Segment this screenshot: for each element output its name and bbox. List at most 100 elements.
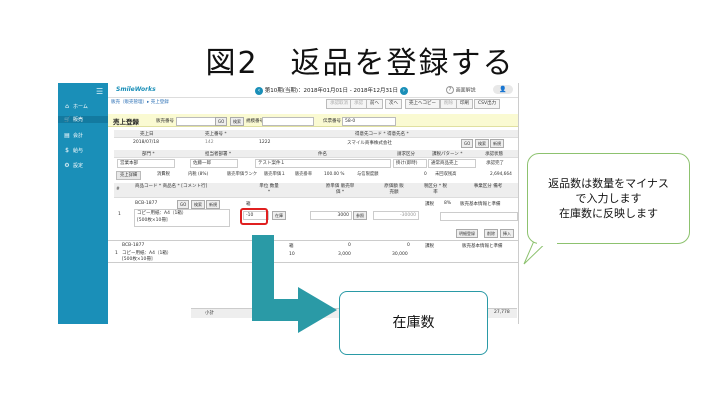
csv-export-button[interactable]: CSV出力	[474, 99, 501, 109]
consumption-tax-label: 消費税	[157, 172, 170, 177]
tax-pattern-select[interactable]: 通常商品売上	[428, 159, 476, 168]
col-billing-type: 請求区分	[397, 152, 415, 157]
customer-new-button[interactable]: 新規	[490, 139, 504, 148]
help-label: 画面解説	[455, 87, 476, 94]
sidebar-item-payroll[interactable]: $ 給与	[64, 147, 83, 154]
product-search-button[interactable]: 検索	[191, 200, 205, 209]
insert-detail-button[interactable]: 挿入	[500, 229, 514, 238]
quantity-highlight	[240, 208, 268, 225]
sidebar-item-label: 会計	[73, 133, 84, 139]
product-spec: [500枚×10冊]	[137, 218, 168, 223]
sales-number-label: 販売番号	[156, 119, 174, 124]
sidebar-item-label: 設定	[73, 163, 84, 169]
sidebar-item-settings[interactable]: ⚙ 設定	[64, 162, 83, 169]
header-row-1	[114, 130, 518, 138]
unit-price-input[interactable]: 3000	[310, 211, 352, 220]
col-subject: 件名	[318, 152, 327, 157]
user-menu[interactable]: 👤	[493, 85, 513, 94]
remarks-input[interactable]	[440, 212, 518, 221]
app-logo[interactable]: SmileWorks	[116, 86, 156, 93]
summary-amount-cost: 0	[407, 243, 410, 248]
search-button[interactable]: 検索	[230, 117, 244, 126]
col-sales-number: 売上番号 *	[205, 132, 227, 137]
delete-detail-button[interactable]: 削除	[484, 229, 498, 238]
copy-to-sales-button[interactable]: 売上へコピー	[405, 99, 440, 109]
next-period-button[interactable]: ›	[399, 86, 408, 95]
breadcrumb[interactable]: 販売（販売管理）▸ 売上登録	[111, 99, 169, 105]
approve-button[interactable]: 承認	[350, 99, 367, 109]
sidebar-item-home[interactable]: ⌂ ホーム	[64, 103, 88, 110]
sidebar-item-accounting[interactable]: ▤ 会計	[64, 132, 83, 139]
credit-limit-label: 与信限度額	[357, 172, 379, 177]
product-name-box[interactable]: コピー用紙：A4（1箱） [500枚×10冊]	[134, 209, 230, 227]
tax-type-value[interactable]: 課税	[425, 201, 434, 207]
business-type-value[interactable]: 販売基本情報と準備	[460, 201, 501, 207]
gear-icon: ⚙	[64, 162, 70, 169]
money-icon: $	[65, 147, 69, 154]
col-index: #	[116, 187, 120, 192]
product-code[interactable]: BCB-1877	[135, 201, 157, 206]
sales-detail-tab[interactable]: 売上詳細	[116, 171, 142, 180]
summary-row-index: 1	[115, 251, 118, 256]
department-select[interactable]: 営業本部	[117, 159, 175, 168]
product-go-button[interactable]: GO	[177, 200, 190, 209]
rate-value[interactable]: 100.00 %	[322, 171, 346, 178]
document-icon: ▤	[64, 132, 70, 139]
total-value: 27,778	[494, 310, 510, 315]
subtotal-label: 小計	[205, 311, 214, 316]
sales-date-value[interactable]: 2018/07/18	[133, 140, 159, 145]
voucher-number-input[interactable]: 58-0	[342, 117, 396, 126]
staff-select[interactable]: 佐藤一郎	[190, 159, 238, 168]
voucher-number-label: 伝票番号	[323, 119, 341, 124]
scale-number-input[interactable]	[262, 117, 314, 126]
tax-rate-value[interactable]: 8%	[444, 201, 451, 206]
customer-code-value[interactable]: 1222	[259, 140, 270, 145]
product-new-button[interactable]: 新規	[206, 200, 220, 209]
rate-label: 販売掛率	[295, 172, 313, 177]
customer-name-value[interactable]: スマイル商事株式会社	[347, 140, 392, 146]
help-icon: ?	[446, 86, 454, 94]
next-button[interactable]: 次へ	[385, 99, 402, 109]
billing-type-select[interactable]: 掛け(即時)	[393, 159, 427, 168]
sales-number-value: 142	[205, 140, 214, 145]
sales-number-input[interactable]	[176, 117, 216, 126]
unit-value: 箱	[246, 202, 251, 207]
col-department: 部門 *	[142, 152, 155, 157]
sidebar-item-label: 販売	[73, 117, 84, 123]
stock-label: 在庫数	[392, 315, 435, 331]
menu-icon[interactable]: ☰	[96, 87, 103, 96]
sidebar: ☰ ⌂ ホーム 🛒 販売 ▤ 会計 $ 給与 ⚙ 設定	[58, 83, 108, 324]
col-unit-qty: 単位 数量 *	[259, 184, 279, 195]
summary-amount: 30,000	[392, 252, 408, 257]
row-index: 1	[118, 212, 121, 217]
register-detail-button[interactable]: 明細登録	[456, 229, 478, 238]
summary-tax: 課税	[425, 244, 434, 249]
cart-icon: 🛒	[64, 117, 71, 123]
prev-button[interactable]: 前へ	[366, 99, 383, 109]
unapprove-button[interactable]: 承認取消	[326, 99, 352, 109]
callout-line-3: 在庫数に反映します	[559, 207, 658, 220]
customer-go-button[interactable]: GO	[461, 139, 474, 148]
credit-limit-value: 0	[424, 172, 427, 177]
col-staff: 担当者部署 *	[205, 152, 232, 157]
price-reference-button[interactable]: 参照	[353, 211, 367, 220]
tax-mode-value[interactable]: 内税 (8%)	[186, 171, 210, 178]
home-icon: ⌂	[65, 103, 69, 110]
stock-button[interactable]: 在庫	[272, 211, 286, 220]
slide-title: 図2 返品を登録する	[205, 46, 515, 81]
arrow-head	[298, 287, 337, 333]
price-rank-value[interactable]: 販売単価１	[262, 171, 287, 178]
prev-period-button[interactable]: ‹	[255, 86, 263, 95]
go-button[interactable]: GO	[215, 117, 228, 126]
help-link[interactable]: ? 画面解説	[446, 86, 476, 94]
unpaid-balance-value: 2,694,664	[490, 172, 512, 177]
sidebar-item-sales[interactable]: 🛒 販売	[58, 116, 108, 123]
print-button[interactable]: 印刷	[456, 99, 473, 109]
period-label: 第10期(当期)：2018年01月01日 - 2018年12月31日	[264, 88, 399, 94]
delete-button[interactable]: 削除	[440, 99, 457, 109]
customer-search-button[interactable]: 検索	[475, 139, 489, 148]
col-amount: 原価額 販売額	[384, 184, 404, 195]
approval-status-value: 承認完了	[486, 161, 504, 166]
subject-input[interactable]: テスト案件１	[255, 159, 391, 168]
price-rank-label: 販売単価ランク	[227, 172, 258, 177]
